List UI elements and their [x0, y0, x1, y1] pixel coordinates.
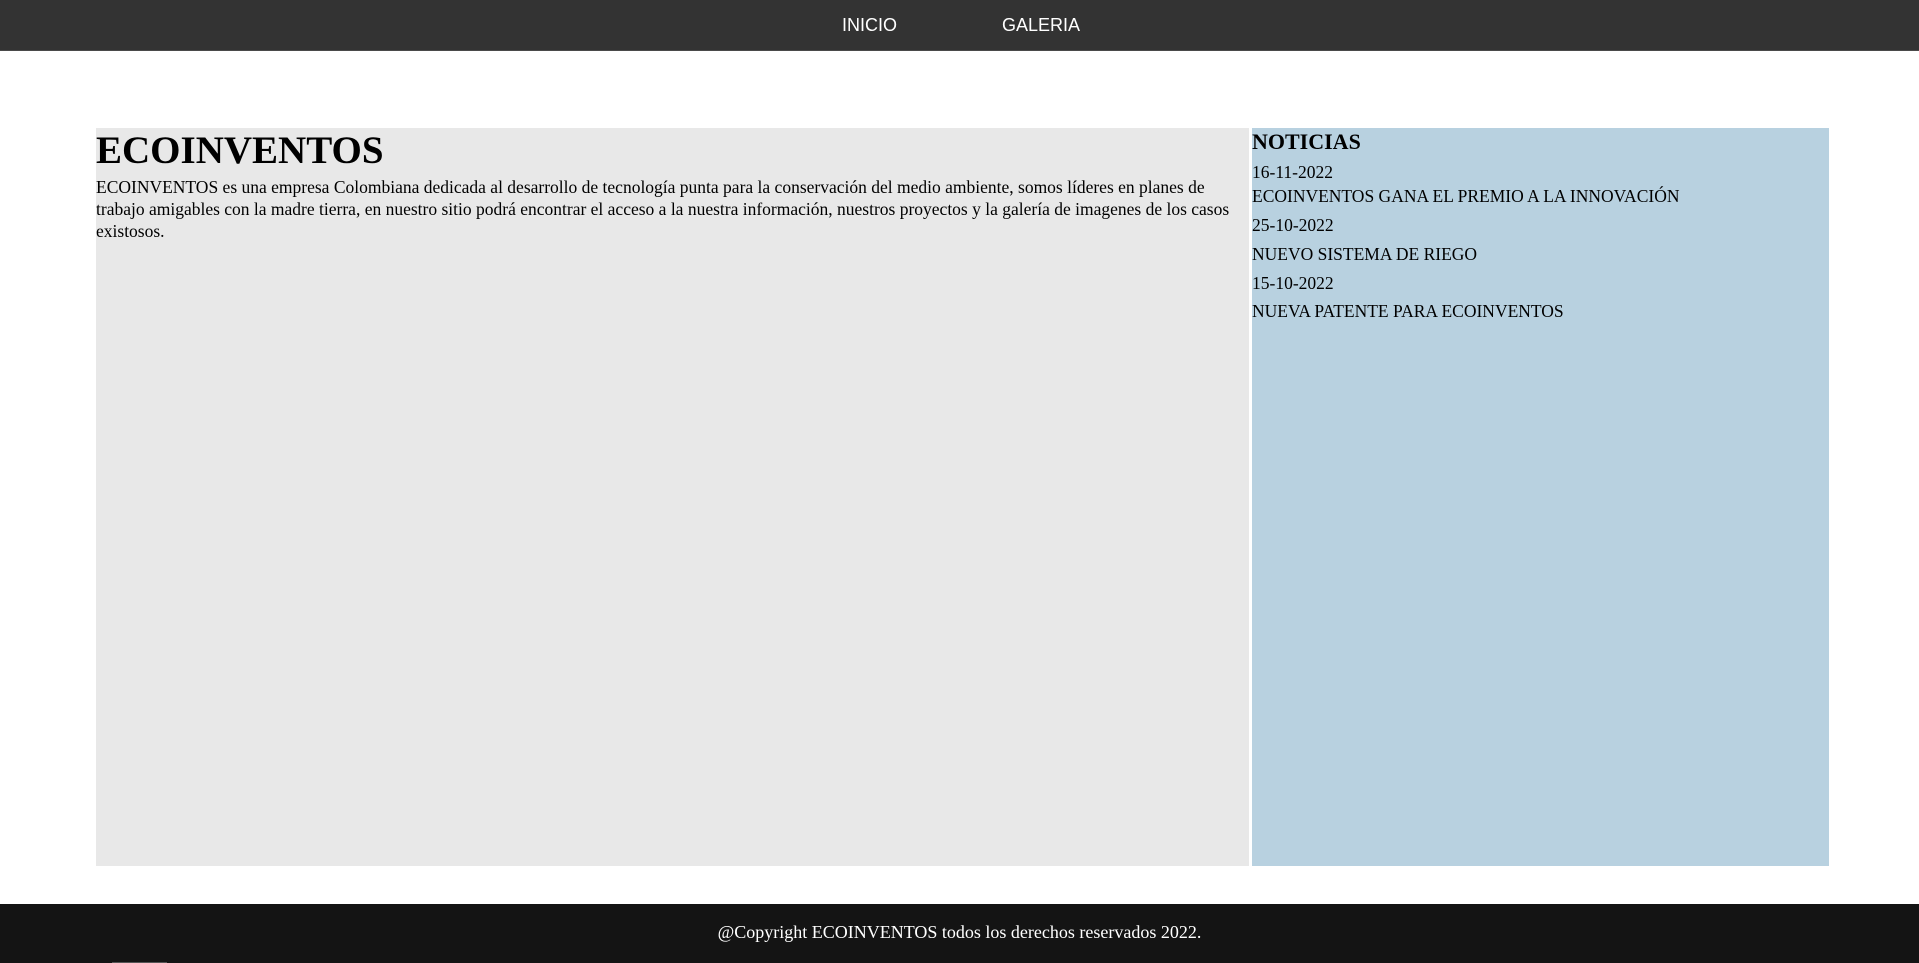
nav-link-galeria[interactable]: GALERIA — [1002, 14, 1080, 36]
news-date: 16-11-2022 — [1252, 162, 1334, 182]
top-navigation-bar: INICIO GALERIA — [0, 0, 1919, 51]
news-title: NOTICIAS — [1252, 129, 1361, 154]
nav-link-inicio[interactable]: INICIO — [842, 14, 897, 36]
news-sidebar: NOTICIAS 16-11-2022 ECOINVENTOS GANA EL … — [1252, 128, 1829, 866]
news-headline[interactable]: ECOINVENTOS GANA EL PREMIO A LA INNOVACI… — [1252, 185, 1679, 207]
copyright-text: @Copyright ECOINVENTOS todos los derecho… — [717, 922, 1202, 942]
news-date: 15-10-2022 — [1252, 273, 1334, 293]
news-date: 25-10-2022 — [1252, 215, 1334, 235]
company-description: ECOINVENTOS es una empresa Colombiana de… — [96, 177, 1230, 241]
page-footer: @Copyright ECOINVENTOS todos los derecho… — [0, 904, 1919, 963]
page-title: ECOINVENTOS — [96, 129, 384, 172]
news-headline[interactable]: NUEVA PATENTE PARA ECOINVENTOS — [1252, 300, 1564, 322]
main-content-panel: ECOINVENTOS ECOINVENTOS es una empresa C… — [96, 128, 1249, 866]
news-headline[interactable]: NUEVO SISTEMA DE RIEGO — [1252, 243, 1477, 265]
